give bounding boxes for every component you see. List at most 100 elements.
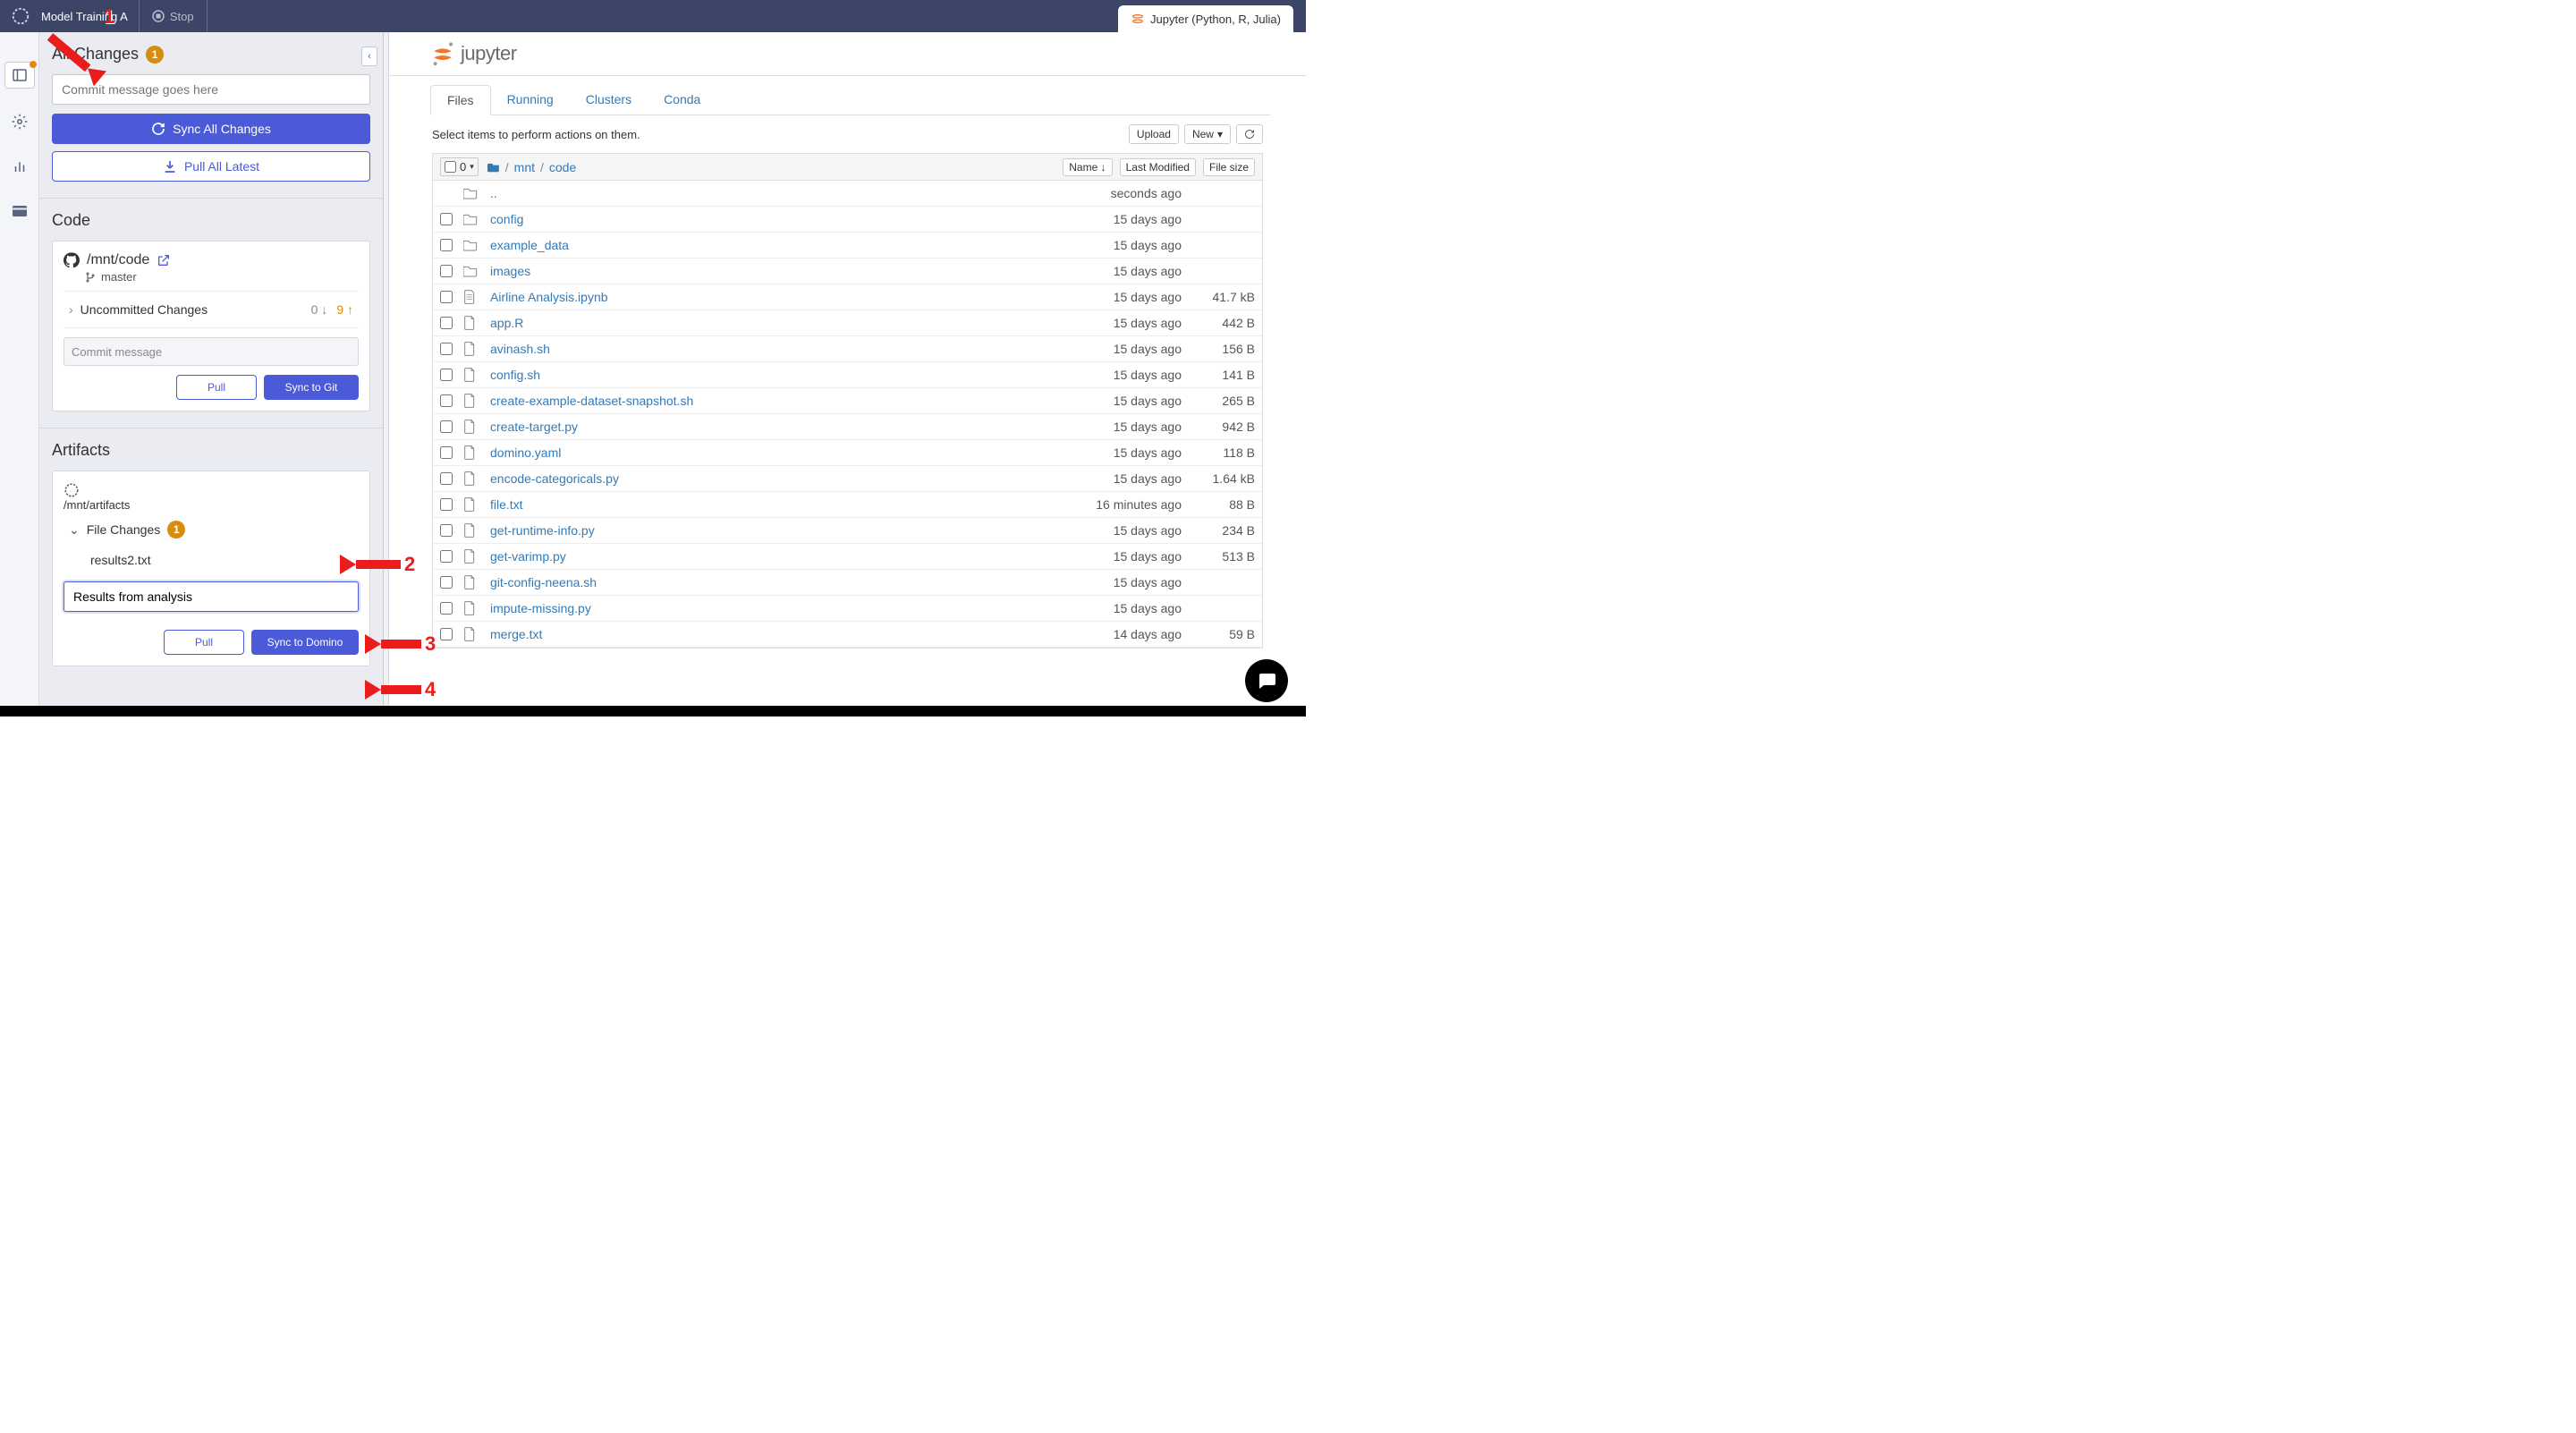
folder-icon[interactable]: [487, 162, 500, 173]
row-checkbox[interactable]: [440, 291, 453, 303]
file-row[interactable]: Airline Analysis.ipynb15 days ago41.7 kB: [433, 284, 1262, 310]
sort-name-button[interactable]: Name ↓: [1063, 158, 1112, 176]
row-checkbox[interactable]: [440, 472, 453, 485]
file-name[interactable]: encode-categoricals.py: [490, 471, 1037, 486]
file-changes-row[interactable]: ⌄ File Changes 1: [64, 512, 359, 547]
file-name[interactable]: config: [490, 212, 1037, 226]
artifacts-sync-label: Sync to Domino: [267, 636, 343, 649]
file-size: 942 B: [1192, 420, 1255, 434]
row-checkbox[interactable]: [440, 265, 453, 277]
file-name[interactable]: ..: [490, 186, 1037, 200]
file-row[interactable]: impute-missing.py15 days ago: [433, 596, 1262, 622]
sort-modified-button[interactable]: Last Modified: [1120, 158, 1196, 176]
code-pull-button[interactable]: Pull: [176, 375, 257, 400]
workspace-tab[interactable]: Jupyter (Python, R, Julia): [1118, 5, 1293, 32]
artifacts-sync-button[interactable]: Sync to Domino: [251, 630, 359, 655]
artifacts-pull-button[interactable]: Pull: [164, 630, 244, 655]
file-row[interactable]: git-config-neena.sh15 days ago: [433, 570, 1262, 596]
collapse-panel-button[interactable]: ‹: [361, 47, 377, 66]
tab-running[interactable]: Running: [491, 85, 570, 114]
file-name[interactable]: domino.yaml: [490, 445, 1037, 460]
file-name[interactable]: git-config-neena.sh: [490, 575, 1037, 589]
file-name[interactable]: file.txt: [490, 497, 1037, 512]
file-size: 59 B: [1192, 627, 1255, 641]
external-link-icon[interactable]: [157, 253, 171, 267]
row-checkbox[interactable]: [440, 394, 453, 407]
file-row[interactable]: example_data15 days ago: [433, 233, 1262, 259]
file-row[interactable]: avinash.sh15 days ago156 B: [433, 336, 1262, 362]
file-row[interactable]: get-runtime-info.py15 days ago234 B: [433, 518, 1262, 544]
row-checkbox[interactable]: [440, 446, 453, 459]
file-name[interactable]: app.R: [490, 316, 1037, 330]
changes-panel-toggle[interactable]: [5, 63, 34, 88]
file-name[interactable]: get-varimp.py: [490, 549, 1037, 564]
panel-separator[interactable]: [384, 32, 389, 716]
row-checkbox[interactable]: [440, 524, 453, 537]
file-row[interactable]: domino.yaml15 days ago118 B: [433, 440, 1262, 466]
changed-file-item[interactable]: results2.txt: [64, 547, 359, 572]
artifacts-commit-input[interactable]: [64, 581, 359, 612]
file-row[interactable]: config15 days ago: [433, 207, 1262, 233]
sync-all-button[interactable]: Sync All Changes: [52, 114, 370, 144]
pull-all-button[interactable]: Pull All Latest: [52, 151, 370, 182]
file-row[interactable]: create-example-dataset-snapshot.sh15 day…: [433, 388, 1262, 414]
file-row[interactable]: get-varimp.py15 days ago513 B: [433, 544, 1262, 570]
code-commit-input[interactable]: Commit message: [64, 337, 359, 366]
uncommitted-changes-row[interactable]: › Uncommitted Changes 0 ↓ 9 ↑: [64, 291, 359, 328]
data-nav[interactable]: [9, 200, 30, 222]
file-name[interactable]: Airline Analysis.ipynb: [490, 290, 1037, 304]
row-checkbox[interactable]: [440, 550, 453, 563]
new-button[interactable]: New▾: [1184, 124, 1231, 144]
tab-conda[interactable]: Conda: [648, 85, 716, 114]
file-row[interactable]: ..seconds ago: [433, 181, 1262, 207]
file-size: 141 B: [1192, 368, 1255, 382]
upload-button[interactable]: Upload: [1129, 124, 1179, 144]
row-checkbox[interactable]: [440, 369, 453, 381]
code-sync-button[interactable]: Sync to Git: [264, 375, 359, 400]
row-checkbox[interactable]: [440, 576, 453, 589]
tab-files[interactable]: Files: [430, 85, 491, 115]
commit-message-input[interactable]: [52, 74, 370, 105]
row-checkbox[interactable]: [440, 343, 453, 355]
tab-clusters[interactable]: Clusters: [570, 85, 648, 114]
file-name[interactable]: get-runtime-info.py: [490, 523, 1037, 538]
row-checkbox[interactable]: [440, 602, 453, 615]
row-checkbox[interactable]: [440, 213, 453, 225]
file-row[interactable]: images15 days ago: [433, 259, 1262, 284]
jupyter-icon: [1131, 12, 1145, 26]
file-row[interactable]: app.R15 days ago442 B: [433, 310, 1262, 336]
row-checkbox[interactable]: [440, 420, 453, 433]
file-name[interactable]: example_data: [490, 238, 1037, 252]
file-row[interactable]: create-target.py15 days ago942 B: [433, 414, 1262, 440]
file-row[interactable]: file.txt16 minutes ago88 B: [433, 492, 1262, 518]
stop-button[interactable]: Stop: [140, 0, 208, 32]
file-row[interactable]: encode-categoricals.py15 days ago1.64 kB: [433, 466, 1262, 492]
metrics-nav[interactable]: [9, 156, 30, 177]
select-all-checkbox[interactable]: [445, 161, 456, 173]
file-name[interactable]: impute-missing.py: [490, 601, 1037, 615]
chat-bubble[interactable]: [1245, 659, 1288, 702]
row-checkbox[interactable]: [440, 628, 453, 640]
file-name[interactable]: create-target.py: [490, 420, 1037, 434]
sort-size-button[interactable]: File size: [1203, 158, 1255, 176]
file-name[interactable]: merge.txt: [490, 627, 1037, 641]
file-name[interactable]: avinash.sh: [490, 342, 1037, 356]
file-modified: 15 days ago: [1047, 342, 1182, 356]
chevron-down-icon: ⌄: [69, 522, 80, 538]
file-row[interactable]: merge.txt14 days ago59 B: [433, 622, 1262, 648]
file-row[interactable]: config.sh15 days ago141 B: [433, 362, 1262, 388]
file-name[interactable]: config.sh: [490, 368, 1037, 382]
file-modified: 16 minutes ago: [1047, 497, 1182, 512]
select-all-checkbox-group[interactable]: 0 ▾: [440, 157, 479, 176]
settings-nav[interactable]: [9, 111, 30, 132]
refresh-button[interactable]: [1236, 124, 1263, 144]
file-name[interactable]: create-example-dataset-snapshot.sh: [490, 394, 1037, 408]
row-checkbox[interactable]: [440, 317, 453, 329]
file-name[interactable]: images: [490, 264, 1037, 278]
stop-icon: [152, 10, 165, 22]
row-checkbox[interactable]: [440, 239, 453, 251]
breadcrumb-mnt[interactable]: mnt: [514, 160, 535, 174]
activity-bar: [0, 32, 39, 716]
row-checkbox[interactable]: [440, 498, 453, 511]
breadcrumb-code[interactable]: code: [549, 160, 576, 174]
